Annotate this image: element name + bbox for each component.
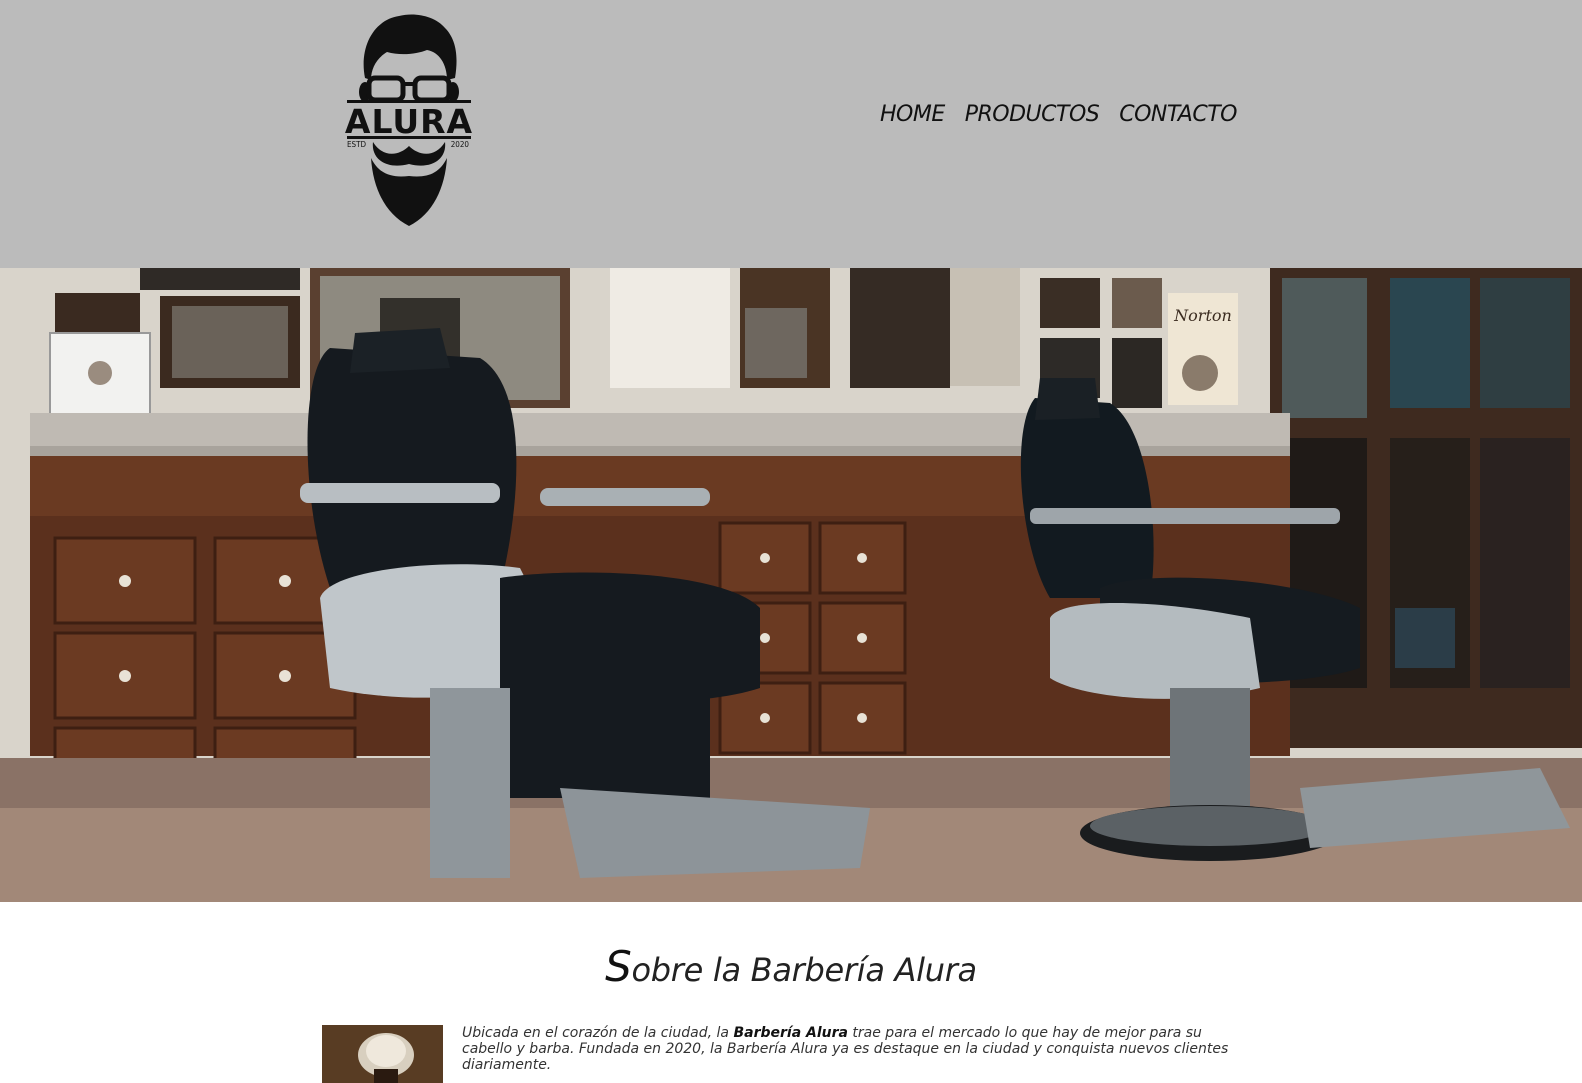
about-description: Ubicada en el corazón de la ciudad, la B… [462, 1025, 1252, 1073]
norton-sign-text: Norton [1173, 306, 1232, 325]
brand-logo[interactable]: ALURA ESTD 2020 [343, 8, 475, 230]
barbershop-photo: Norton [0, 268, 1582, 902]
about-text-before: Ubicada en el corazón de la ciudad, la [462, 1025, 734, 1041]
main-nav: HOME PRODUCTOS CONTACTO [880, 100, 1237, 130]
about-title-rest: obre la Barbería Alura [631, 951, 978, 989]
site-header: ALURA ESTD 2020 HOME PRODUCTOS CONTACTO [0, 0, 1582, 268]
about-text-bold: Barbería Alura [733, 1025, 848, 1041]
about-title-initial: S [605, 942, 632, 991]
brand-estd: ESTD [347, 140, 367, 149]
nav-contacto-link[interactable]: CONTACTO [1119, 100, 1237, 130]
nav-productos-link[interactable]: PRODUCTOS [965, 100, 1100, 130]
shaving-brush-icon [322, 1025, 443, 1083]
hero-banner: Norton [0, 268, 1582, 902]
brand-name: ALURA [344, 102, 474, 141]
about-title: Sobre la Barbería Alura [0, 944, 1582, 993]
nav-home-link[interactable]: HOME [880, 100, 945, 130]
shaving-brush-image [322, 1025, 443, 1083]
brand-year: 2020 [450, 140, 469, 149]
